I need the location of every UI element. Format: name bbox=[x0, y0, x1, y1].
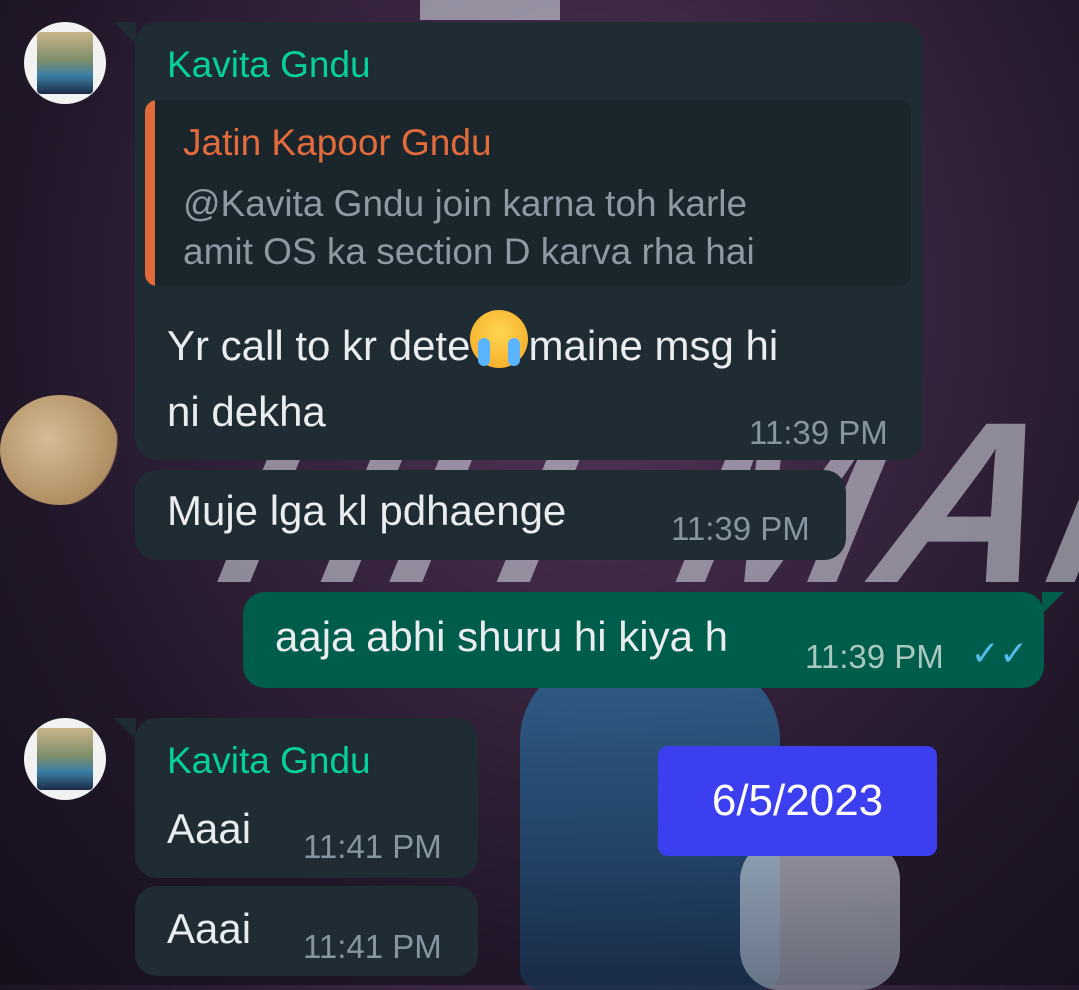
bubble-tail bbox=[114, 22, 136, 44]
bubble-tail bbox=[114, 718, 136, 740]
wallpaper-ball bbox=[0, 395, 120, 505]
quote-accent-bar bbox=[145, 100, 155, 286]
message-text: Aaai bbox=[167, 805, 252, 852]
contact-avatar-icon bbox=[37, 32, 93, 94]
loudly-crying-face-icon bbox=[470, 310, 529, 368]
message-bubble-incoming[interactable]: Kavita Gndu Jatin Kapoor Gndu @Kavita Gn… bbox=[135, 22, 923, 460]
bubble-tail bbox=[1042, 592, 1064, 614]
contact-avatar-icon bbox=[37, 728, 93, 790]
message-text: Yr call to kr dete maine msg hi ni dekha bbox=[167, 310, 778, 445]
message-text-part: Yr call to kr dete bbox=[167, 322, 471, 369]
wallpaper-shape bbox=[420, 0, 560, 20]
sender-avatar[interactable] bbox=[24, 22, 106, 104]
message-time: 11:39 PM bbox=[805, 638, 944, 675]
message-time: 11:41 PM bbox=[303, 928, 442, 965]
message-text-part: ni dekha bbox=[167, 388, 326, 435]
message-time: 11:39 PM bbox=[749, 414, 888, 451]
message-time: 11:41 PM bbox=[303, 828, 442, 865]
wallpaper-figure-detail bbox=[740, 840, 900, 990]
message-bubble-outgoing[interactable]: aaja abhi shuru hi kiya h 11:39 PM ✓✓ bbox=[243, 592, 1044, 688]
quoted-text: @Kavita Gndu join karna toh karle amit O… bbox=[183, 180, 755, 276]
sender-name[interactable]: Kavita Gndu bbox=[167, 44, 371, 86]
double-check-icon: ✓✓ bbox=[971, 635, 1028, 673]
sender-avatar[interactable] bbox=[24, 718, 106, 800]
message-bubble-incoming[interactable]: Aaai 11:41 PM bbox=[135, 886, 478, 976]
quoted-text-line: @Kavita Gndu join karna toh karle bbox=[183, 183, 748, 224]
sender-name[interactable]: Kavita Gndu bbox=[167, 740, 371, 782]
quoted-text-line: amit OS ka section D karva rha hai bbox=[183, 231, 755, 272]
quoted-sender-name: Jatin Kapoor Gndu bbox=[183, 122, 492, 163]
quoted-reply[interactable]: Jatin Kapoor Gndu @Kavita Gndu join karn… bbox=[145, 100, 911, 286]
message-text-part: maine msg hi bbox=[528, 322, 779, 369]
message-bubble-incoming[interactable]: Muje lga kl pdhaenge 11:39 PM bbox=[135, 470, 846, 560]
message-time: 11:39 PM bbox=[671, 510, 810, 547]
message-text: Muje lga kl pdhaenge bbox=[167, 487, 567, 534]
message-bubble-incoming[interactable]: Kavita Gndu Aaai 11:41 PM bbox=[135, 718, 478, 878]
message-text: aaja abhi shuru hi kiya h bbox=[275, 613, 728, 660]
date-badge: 6/5/2023 bbox=[658, 746, 937, 856]
message-text: Aaai bbox=[167, 905, 252, 952]
